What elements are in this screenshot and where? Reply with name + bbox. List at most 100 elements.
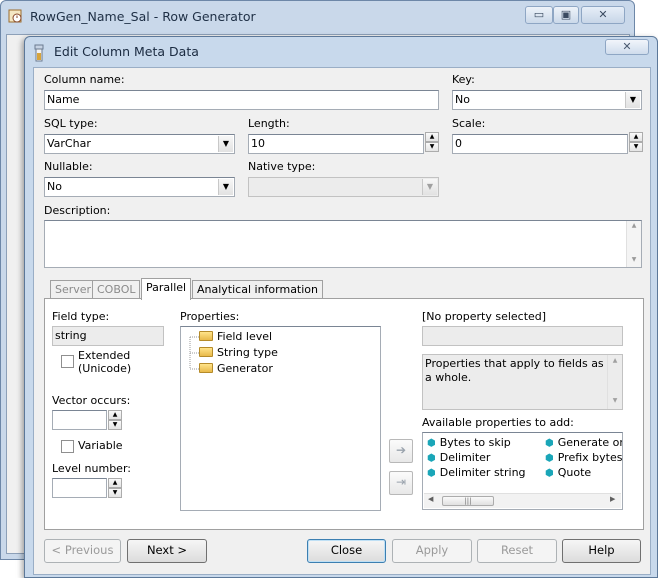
scroll-thumb[interactable]: ||| xyxy=(442,496,494,506)
description-scrollbar[interactable]: ▲ ▼ xyxy=(626,221,641,267)
property-value-field xyxy=(422,326,623,346)
scroll-left-icon[interactable]: ◀ xyxy=(428,495,433,503)
list-item-prefix-bytes[interactable]: ⬢ Prefix bytes xyxy=(545,451,622,464)
description-textarea[interactable] xyxy=(44,220,642,268)
folder-icon xyxy=(199,331,213,341)
vector-occurs-label: Vector occurs: xyxy=(52,394,131,407)
spin-up-icon[interactable]: ▲ xyxy=(629,132,643,142)
nullable-select[interactable]: No ▼ xyxy=(44,177,235,197)
dialog-close-button[interactable]: ✕ xyxy=(605,39,649,55)
nullable-value: No xyxy=(47,180,62,193)
spin-down-icon[interactable]: ▼ xyxy=(425,142,439,152)
spin-up-icon[interactable]: ▲ xyxy=(425,132,439,142)
folder-icon xyxy=(199,347,213,357)
spin-down-icon[interactable]: ▼ xyxy=(629,142,643,152)
length-stepper[interactable]: ▲ ▼ xyxy=(425,132,439,152)
properties-tree[interactable]: Field level String type Generator xyxy=(180,326,381,511)
apply-button[interactable]: Apply xyxy=(392,539,472,563)
scroll-down-icon[interactable]: ▼ xyxy=(608,395,622,407)
folder-icon xyxy=(199,363,213,373)
chevron-down-icon[interactable]: ▼ xyxy=(625,92,640,108)
available-properties-label: Available properties to add: xyxy=(422,416,574,429)
length-label: Length: xyxy=(248,117,290,130)
dialog-icon xyxy=(34,44,44,62)
close-button[interactable]: Close xyxy=(307,539,386,563)
tab-analytical-information[interactable]: Analytical information xyxy=(192,280,323,299)
field-type-value: string xyxy=(52,326,164,346)
chevron-down-icon[interactable]: ▼ xyxy=(218,136,233,152)
help-scrollbar[interactable]: ▲ ▼ xyxy=(607,355,622,409)
level-number-input[interactable] xyxy=(52,478,107,498)
property-icon: ⬢ xyxy=(545,438,554,449)
tree-item-generator[interactable]: Generator xyxy=(199,362,273,375)
scale-label: Scale: xyxy=(452,117,486,130)
tab-parallel[interactable]: Parallel xyxy=(141,278,192,300)
variable-label: Variable xyxy=(78,439,123,452)
list-item-quote[interactable]: ⬢ Quote xyxy=(545,466,591,479)
maximize-button[interactable]: ▣ xyxy=(553,6,579,24)
property-icon: ⬢ xyxy=(545,453,554,464)
spin-up-icon[interactable]: ▲ xyxy=(108,410,122,420)
chevron-down-icon[interactable]: ▼ xyxy=(218,179,233,195)
spin-down-icon[interactable]: ▼ xyxy=(108,420,122,430)
vector-occurs-input[interactable] xyxy=(52,410,107,430)
window-title: RowGen_Name_Sal - Row Generator xyxy=(30,9,256,24)
property-icon: ⬢ xyxy=(545,468,554,479)
scroll-up-icon[interactable]: ▲ xyxy=(627,221,641,231)
minimize-button[interactable]: ▭ xyxy=(525,6,553,24)
nullable-label: Nullable: xyxy=(44,160,93,173)
level-number-stepper[interactable]: ▲ ▼ xyxy=(108,478,122,498)
column-name-input[interactable]: Name xyxy=(44,90,439,110)
sql-type-label: SQL type: xyxy=(44,117,98,130)
tab-server[interactable]: Server xyxy=(50,280,97,299)
native-type-select: ▼ xyxy=(248,177,439,197)
extended-checkbox[interactable] xyxy=(61,355,74,368)
property-icon: ⬢ xyxy=(427,468,436,479)
add-to-end-button[interactable]: ⇥ xyxy=(389,471,413,495)
list-item-delimiter-string[interactable]: ⬢ Delimiter string xyxy=(427,466,526,479)
scroll-down-icon[interactable]: ▼ xyxy=(627,255,641,265)
next-button[interactable]: Next > xyxy=(127,539,207,563)
field-type-label: Field type: xyxy=(52,310,110,323)
native-type-label: Native type: xyxy=(248,160,316,173)
app-icon xyxy=(8,8,24,24)
window-close-button[interactable]: ✕ xyxy=(581,6,625,24)
dialog-title: Edit Column Meta Data xyxy=(54,44,199,59)
key-label: Key: xyxy=(452,73,475,86)
sql-type-select[interactable]: VarChar ▼ xyxy=(44,134,235,154)
chevron-down-icon: ▼ xyxy=(422,179,437,195)
description-label: Description: xyxy=(44,204,111,217)
properties-label: Properties: xyxy=(180,310,240,323)
list-item-generate-on[interactable]: ⬢Generate on c xyxy=(545,436,622,449)
column-name-label: Column name: xyxy=(44,73,125,86)
scale-stepper[interactable]: ▲ ▼ xyxy=(629,132,643,152)
sql-type-value: VarChar xyxy=(47,137,91,150)
scale-input[interactable]: 0 xyxy=(452,134,628,154)
scroll-up-icon[interactable]: ▲ xyxy=(608,355,622,367)
spin-up-icon[interactable]: ▲ xyxy=(108,478,122,488)
vector-occurs-stepper[interactable]: ▲ ▼ xyxy=(108,410,122,430)
no-property-selected-label: [No property selected] xyxy=(422,310,547,323)
property-help-text: Properties that apply to fields as a who… xyxy=(422,354,623,410)
spin-down-icon[interactable]: ▼ xyxy=(108,488,122,498)
tree-item-string-type[interactable]: String type xyxy=(199,346,278,359)
extended-label-line1: Extended xyxy=(78,349,131,362)
extended-label-line2: (Unicode) xyxy=(78,362,132,375)
reset-button[interactable]: Reset xyxy=(477,539,557,563)
tree-item-field-level[interactable]: Field level xyxy=(199,330,273,343)
variable-checkbox[interactable] xyxy=(61,440,74,453)
help-button[interactable]: Help xyxy=(562,539,641,563)
list-item-delimiter[interactable]: ⬢ Delimiter xyxy=(427,451,490,464)
tab-cobol[interactable]: COBOL xyxy=(92,280,141,299)
list-item-bytes-to-skip[interactable]: ⬢ Bytes to skip xyxy=(427,436,511,449)
available-properties-list[interactable]: ⬢ Bytes to skip ⬢ Delimiter ⬢ Delimiter str… xyxy=(422,432,623,510)
scroll-right-icon[interactable]: ▶ xyxy=(610,495,615,503)
key-value: No xyxy=(455,93,470,106)
level-number-label: Level number: xyxy=(52,462,131,475)
key-select[interactable]: No ▼ xyxy=(452,90,642,110)
previous-button[interactable]: < Previous xyxy=(44,539,121,563)
horizontal-scrollbar[interactable]: ◀ ||| ▶ xyxy=(424,493,621,508)
add-property-button[interactable]: ➔ xyxy=(389,439,413,463)
length-input[interactable]: 10 xyxy=(248,134,424,154)
property-icon: ⬢ xyxy=(427,438,436,449)
